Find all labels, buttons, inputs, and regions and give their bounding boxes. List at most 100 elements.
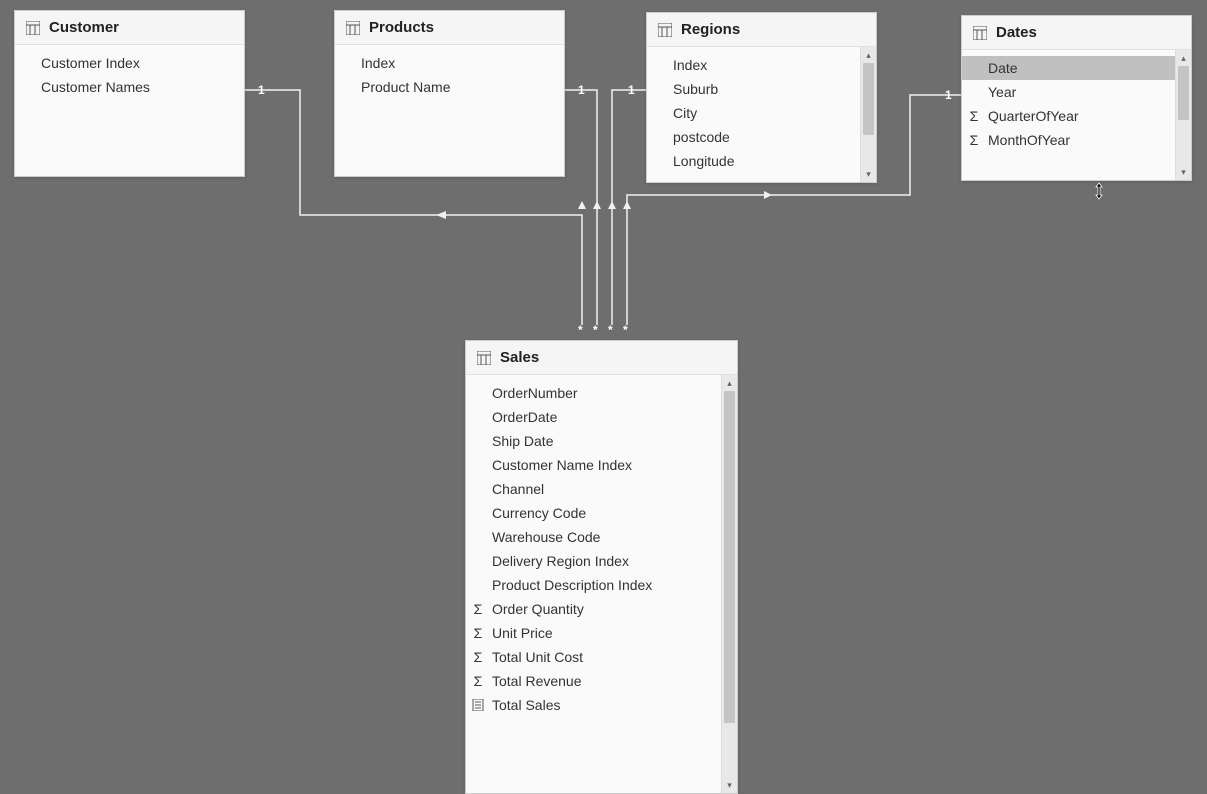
- table-title: Dates: [996, 24, 1037, 41]
- field-label: Customer Index: [41, 55, 140, 71]
- relationship-cardinality-one: 1: [258, 83, 265, 97]
- table-field[interactable]: Product Description Index: [466, 573, 721, 597]
- table-dates[interactable]: Dates Date Year ΣQuarterOfYear Σ MonthOfY…: [961, 15, 1192, 181]
- field-label: Delivery Region Index: [492, 553, 629, 569]
- table-body: Customer Index Customer Names: [15, 45, 244, 176]
- relationship-cardinality-one: 1: [578, 83, 585, 97]
- table-header[interactable]: Products: [335, 11, 564, 45]
- scroll-thumb[interactable]: [724, 391, 735, 723]
- table-header[interactable]: Customer: [15, 11, 244, 45]
- relationship-arrow-icon: [593, 201, 601, 209]
- field-label: Order Quantity: [492, 601, 584, 617]
- model-canvas[interactable]: 1 * 1 * 1 * 1 * Customer Customer Index …: [0, 0, 1207, 794]
- sigma-icon: Σ: [966, 132, 982, 148]
- table-title: Customer: [49, 19, 119, 36]
- table-body: OrderNumber OrderDate Ship Date Customer…: [466, 375, 737, 793]
- table-field[interactable]: Product Name: [335, 75, 564, 99]
- table-field[interactable]: Longitude: [647, 149, 860, 173]
- field-label: Suburb: [673, 81, 718, 97]
- table-field[interactable]: Customer Names: [15, 75, 244, 99]
- relationship-arrow-icon: [608, 201, 616, 209]
- scroll-thumb[interactable]: [1178, 66, 1189, 120]
- table-header[interactable]: Sales: [466, 341, 737, 375]
- scroll-up-icon[interactable]: ▴: [1176, 50, 1191, 66]
- table-field[interactable]: postcode: [647, 125, 860, 149]
- field-list: Date Year ΣQuarterOfYear Σ MonthOfYear: [962, 50, 1175, 180]
- table-field[interactable]: Index: [647, 53, 860, 77]
- table-field[interactable]: ΣQuarterOfYear: [962, 104, 1175, 128]
- scroll-thumb[interactable]: [863, 63, 874, 135]
- scroll-track[interactable]: [1176, 66, 1191, 164]
- field-list: Index Product Name: [335, 45, 564, 176]
- sigma-icon: Σ: [470, 673, 486, 689]
- calculator-icon: [470, 699, 486, 711]
- table-title: Regions: [681, 21, 740, 38]
- field-label: Total Unit Cost: [492, 649, 583, 665]
- relationship-cardinality-many: *: [608, 323, 613, 337]
- field-label: Index: [361, 55, 395, 71]
- relationship-cardinality-many: *: [593, 323, 598, 337]
- relationship-line: [565, 90, 597, 325]
- table-field[interactable]: OrderNumber: [466, 381, 721, 405]
- scroll-down-icon[interactable]: ▾: [861, 166, 876, 182]
- scroll-track[interactable]: [861, 63, 876, 166]
- table-field[interactable]: Total Sales: [466, 693, 721, 717]
- table-field[interactable]: Σ Total Unit Cost: [466, 645, 721, 669]
- sigma-icon: Σ: [966, 108, 982, 124]
- field-label: postcode: [673, 129, 730, 145]
- scrollbar[interactable]: ▴ ▾: [1175, 50, 1191, 180]
- scrollbar[interactable]: ▴ ▾: [721, 375, 737, 793]
- field-list: Customer Index Customer Names: [15, 45, 244, 176]
- sigma-icon: Σ: [470, 649, 486, 665]
- scroll-down-icon[interactable]: ▾: [1176, 164, 1191, 180]
- table-field[interactable]: Year: [962, 80, 1175, 104]
- table-field[interactable]: Σ MonthOfYear: [962, 128, 1175, 152]
- table-field[interactable]: City: [647, 101, 860, 125]
- field-label: Warehouse Code: [492, 529, 600, 545]
- table-sales[interactable]: Sales OrderNumber OrderDate Ship Date Cu…: [465, 340, 738, 794]
- table-products[interactable]: Products Index Product Name: [334, 10, 565, 177]
- table-field[interactable]: ΣUnit Price: [466, 621, 721, 645]
- table-header[interactable]: Regions: [647, 13, 876, 47]
- table-field[interactable]: Index: [335, 51, 564, 75]
- table-field[interactable]: Date: [962, 56, 1175, 80]
- table-title: Sales: [500, 349, 539, 366]
- sigma-icon: Σ: [470, 601, 486, 617]
- field-label: Customer Names: [41, 79, 150, 95]
- table-field[interactable]: Warehouse Code: [466, 525, 721, 549]
- relationship-line: [612, 90, 646, 325]
- table-field[interactable]: Suburb: [647, 77, 860, 101]
- field-label: Currency Code: [492, 505, 586, 521]
- table-regions[interactable]: Regions Index Suburb City postcode Longi…: [646, 12, 877, 183]
- table-header[interactable]: Dates: [962, 16, 1191, 50]
- field-label: Year: [988, 84, 1016, 100]
- field-label: OrderNumber: [492, 385, 578, 401]
- table-field[interactable]: Channel: [466, 477, 721, 501]
- scroll-up-icon[interactable]: ▴: [861, 47, 876, 63]
- resize-cursor-icon: [1090, 182, 1108, 200]
- table-field[interactable]: Σ Order Quantity: [466, 597, 721, 621]
- table-field[interactable]: OrderDate: [466, 405, 721, 429]
- field-label: Index: [673, 57, 707, 73]
- relationship-cardinality-many: *: [623, 323, 628, 337]
- field-label: MonthOfYear: [988, 132, 1070, 148]
- table-field[interactable]: Delivery Region Index: [466, 549, 721, 573]
- scroll-up-icon[interactable]: ▴: [722, 375, 737, 391]
- field-label: Ship Date: [492, 433, 553, 449]
- table-field[interactable]: Currency Code: [466, 501, 721, 525]
- table-customer[interactable]: Customer Customer Index Customer Names: [14, 10, 245, 177]
- table-field[interactable]: Customer Name Index: [466, 453, 721, 477]
- table-icon: [657, 22, 673, 38]
- scroll-track[interactable]: [722, 391, 737, 777]
- scrollbar[interactable]: ▴ ▾: [860, 47, 876, 182]
- table-field[interactable]: Ship Date: [466, 429, 721, 453]
- table-field[interactable]: Customer Index: [15, 51, 244, 75]
- field-label: Channel: [492, 481, 544, 497]
- scroll-down-icon[interactable]: ▾: [722, 777, 737, 793]
- table-icon: [25, 20, 41, 36]
- field-label: Total Sales: [492, 697, 560, 713]
- table-field[interactable]: ΣTotal Revenue: [466, 669, 721, 693]
- field-label: Customer Name Index: [492, 457, 632, 473]
- field-label: OrderDate: [492, 409, 557, 425]
- field-list: Index Suburb City postcode Longitude: [647, 47, 860, 182]
